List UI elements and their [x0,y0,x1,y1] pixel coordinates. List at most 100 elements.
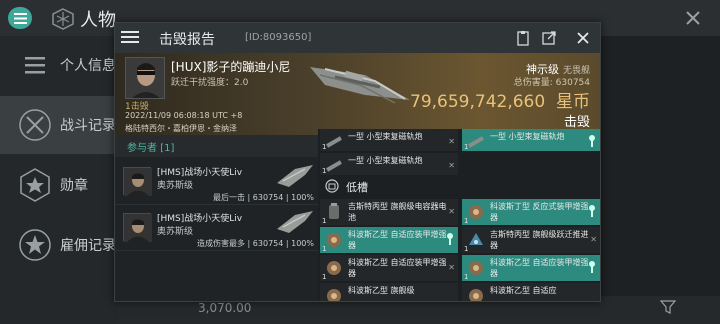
main-menu-button[interactable] [8,7,32,29]
module-name: 科波斯乙型 自适应装甲增强器 [348,230,447,250]
background-content [600,36,720,324]
titan-ship-icon [277,165,313,187]
module-qty: 1 [322,143,327,151]
module-qty: 1 [322,301,326,302]
report-id[interactable]: [ID:8093650] [245,32,311,43]
sidebar-item-profile[interactable]: 个人信息 [0,36,118,94]
participant-ship: 奥苏斯级 [157,181,194,191]
warp-propulsion-icon [469,233,483,245]
share-icon[interactable] [541,30,557,46]
participants-panel: 参与者 [1] [HMS]战场小天使Liv 奥苏斯级 最后一击 | 630754… [115,135,318,301]
sidebar-item-medals[interactable]: 勋章 [0,156,118,214]
module-qty: 1 [464,301,468,302]
module-name: 吉斯特丙型 旗舰级跃迁推进器 [490,230,589,250]
module-slot[interactable]: 1 科波斯乙型 旗舰级 [320,283,458,302]
victim-summary: 1击毁 [HUX]影子的蹦迪小尼 跃迁干扰强度：2.0 2022/11/09 0… [115,53,600,135]
footer-value: 3,070.00 [198,301,252,315]
list-icon [25,57,45,74]
kill-location[interactable]: 格陆特西尔・嘉柏伊恩・金纳泽 [125,123,237,134]
low-slot-label: 低槽 [346,181,368,194]
fitting-panel: 1 一型 小型束复磁轨炮 ✕ 1 一型 小型束复磁轨炮 1 一型 小型束复磁轨炮… [318,129,600,302]
sidebar-item-label: 战斗记录 [60,118,116,134]
sidebar-item-combat-log[interactable]: 战斗记录 [0,96,118,154]
participants-header: 参与者 [1] [115,135,318,157]
destroyed-mark: ✕ [448,207,455,216]
dropped-pin-icon [447,233,453,245]
star-circle-icon [19,229,51,261]
participant-row[interactable]: [HMS]战场小天使Liv 奥苏斯级 造成伤害最多 | 630754 | 100… [115,205,318,251]
participant-damage: 630754 [252,193,284,202]
dropped-pin-icon [589,205,595,217]
participant-percent: 100% [291,193,314,202]
dialog-header: 击毁报告 [ID:8093650] [115,23,600,53]
dropped-pin-icon [589,261,595,273]
participant-name: [HMS]战场小天使Liv [157,214,243,224]
character-emblem-icon [52,8,74,30]
module-name: 科波斯丁型 反应式装甲增强器 [490,202,589,222]
participant-role: 最后一击 [213,193,246,202]
module-slot[interactable]: 1 一型 小型束复磁轨炮 [462,129,600,151]
dialog-title: 击毁报告 [159,32,215,48]
destroyed-mark: ✕ [448,263,455,272]
armor-hardener-icon [327,289,341,301]
module-name: 科波斯乙型 自适应 [490,286,557,295]
kill-timestamp: 2022/11/09 06:08:18 UTC +8 [125,111,243,120]
victim-avatar[interactable] [125,57,165,99]
titan-ship-icon [277,211,313,233]
clipboard-icon[interactable] [515,30,531,46]
module-slot[interactable]: 1 科波斯乙型 自适应装甲增强器 [462,255,600,281]
module-slot[interactable]: 1 吉斯特丙型 旗舰级电容器电池 ✕ [320,199,458,225]
participant-ship: 奥苏斯级 [157,227,194,237]
module-name: 吉斯特丙型 旗舰级电容器电池 [348,202,447,222]
module-slot[interactable]: 1 科波斯乙型 自适应装甲增强器 ✕ [320,255,458,281]
destroyed-mark: ✕ [448,137,455,146]
close-icon[interactable] [575,30,591,46]
victim-name[interactable]: [HUX]影子的蹦迪小尼 [171,58,290,75]
capacitor-battery-icon [329,203,339,219]
module-qty: 1 [464,245,469,253]
crossed-swords-icon [19,109,51,141]
isk-value: 79,659,742,660 星币 [410,87,590,112]
close-icon[interactable] [684,9,702,27]
participants-count: 参与者 [1] [127,143,175,154]
hamburger-icon[interactable] [121,29,139,45]
railgun-icon [468,136,484,148]
module-name: 科波斯乙型 自适应装甲增强器 [490,258,589,278]
railgun-icon [326,136,342,148]
dreadnought-ship-icon [310,67,410,104]
module-qty: 1 [322,245,327,253]
hamburger-icon [13,12,27,24]
participant-stats: 造成伤害最多 | 630754 | 100% [197,239,314,248]
module-name: 科波斯乙型 自适应装甲增强器 [348,258,447,278]
low-slot-icon [325,179,339,193]
module-slot[interactable]: 1 一型 小型束复磁轨炮 ✕ [320,129,458,151]
module-qty: 1 [322,167,327,175]
armor-hardener-icon [469,261,483,275]
dropped-pin-icon [589,135,595,147]
participant-percent: 100% [291,239,314,248]
participant-role: 造成伤害最多 [197,239,246,248]
star-badge-icon [20,168,50,202]
portrait-icon [124,168,152,196]
participant-avatar[interactable] [123,213,152,242]
low-slot-header: 低槽 [318,177,600,197]
module-slot[interactable]: 1 吉斯特丙型 旗舰级跃迁推进器 ✕ [462,227,600,253]
module-slot[interactable]: 1 科波斯乙型 自适应装甲增强器 [320,227,458,253]
module-slot[interactable]: 1 科波斯乙型 自适应 [462,283,600,302]
sidebar-item-employment[interactable]: 雇佣记录 [0,216,118,274]
module-qty: 1 [464,273,469,281]
portrait-icon [124,214,152,242]
module-name: 科波斯乙型 旗舰级 [348,286,415,295]
module-qty: 1 [322,217,327,225]
filter-icon[interactable] [660,300,676,314]
module-qty: 1 [464,217,469,225]
portrait-icon [126,58,164,98]
sidebar: 个人信息 战斗记录 勋章 雇佣记录 [0,36,118,324]
participant-row[interactable]: [HMS]战场小天使Liv 奥苏斯级 最后一击 | 630754 | 100% [115,159,318,205]
module-qty: 1 [322,273,327,281]
sidebar-item-label: 勋章 [60,178,88,194]
armor-hardener-icon [469,289,483,301]
module-slot[interactable]: 1 科波斯丁型 反应式装甲增强器 [462,199,600,225]
participant-avatar[interactable] [123,167,152,196]
module-slot[interactable]: 1 一型 小型束复磁轨炮 ✕ [320,153,458,175]
